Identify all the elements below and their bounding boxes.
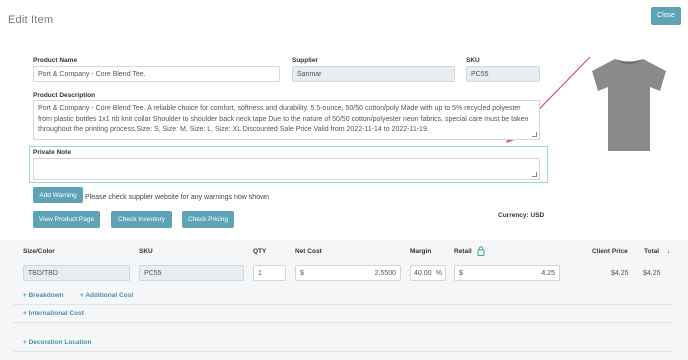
product-image: [592, 59, 666, 151]
client-price-value: $4.25: [611, 270, 629, 277]
retail-input[interactable]: $ 4.25: [454, 265, 560, 281]
margin-value: 40.00: [414, 269, 432, 277]
private-note-textarea[interactable]: [33, 158, 540, 180]
header-sku: SKU: [139, 248, 153, 255]
pricing-section: [0, 240, 688, 360]
view-product-page-button[interactable]: View Product Page: [33, 211, 100, 228]
header-qty: QTY: [253, 248, 267, 255]
additional-cost-link[interactable]: + Additional Cost: [80, 292, 133, 299]
total-value: $4.25: [643, 270, 661, 277]
warning-message: Please check supplier website for any wa…: [85, 194, 270, 201]
decoration-location-link[interactable]: + Decoration Location: [23, 339, 91, 346]
net-cost-value: 2.5500: [374, 269, 396, 277]
header-retail: Retail: [454, 248, 472, 255]
check-inventory-button[interactable]: Check Inventory: [111, 211, 172, 228]
divider: [13, 351, 673, 352]
qty-input[interactable]: 1: [253, 265, 286, 281]
supplier-label: Supplier: [292, 57, 319, 64]
divider: [13, 304, 673, 305]
qty-value: 1: [258, 269, 262, 277]
header-margin: Margin: [410, 248, 432, 255]
header-size-color: Size/Color: [23, 248, 55, 255]
net-cost-input[interactable]: $ 2.5500: [295, 265, 401, 281]
supplier-input: Sanmar: [292, 66, 455, 82]
sku-value: PC55: [471, 70, 489, 78]
check-pricing-button[interactable]: Check Pricing: [182, 211, 234, 228]
size-color-value: TBD/TBD: [28, 269, 58, 277]
header-net-cost: Net Cost: [295, 248, 322, 255]
currency-label: Currency: USD: [498, 212, 545, 219]
sku-input: PC55: [466, 66, 540, 82]
retail-value: 4.25: [541, 269, 555, 277]
breakdown-link[interactable]: + Breakdown: [23, 292, 64, 299]
sku-label: SKU: [466, 57, 480, 64]
header-client-price: Client Price: [592, 248, 628, 255]
header-total: Total: [644, 248, 660, 255]
product-description-textarea[interactable]: Port & Company - Core Blend Tee. A relia…: [33, 100, 540, 140]
sort-arrow-icon[interactable]: ↓: [667, 248, 670, 255]
page-title: Edit Item: [8, 14, 54, 26]
row-sku-field: PC55: [139, 265, 244, 281]
divider: [13, 322, 673, 323]
product-description-label: Product Description: [33, 92, 96, 99]
net-cost-prefix: $: [300, 269, 304, 277]
resize-handle-icon[interactable]: [532, 172, 537, 177]
product-name-label: Product Name: [33, 57, 78, 64]
product-name-input[interactable]: Port & Company - Core Blend Tee.: [33, 66, 280, 82]
margin-input[interactable]: 40.00 %: [410, 265, 446, 281]
close-button[interactable]: Close: [651, 7, 681, 25]
product-description-value: Port & Company - Core Blend Tee. A relia…: [38, 105, 529, 133]
add-warning-button[interactable]: Add Warning: [33, 187, 83, 203]
product-name-value: Port & Company - Core Blend Tee.: [38, 70, 146, 78]
margin-suffix: %: [435, 269, 442, 277]
resize-handle-icon[interactable]: [532, 132, 537, 137]
private-note-label: Private Note: [33, 149, 71, 156]
lock-icon[interactable]: [477, 246, 485, 256]
international-cost-link[interactable]: + International Cost: [23, 310, 84, 317]
row-sku-value: PC55: [144, 269, 162, 277]
supplier-value: Sanmar: [297, 70, 322, 78]
size-color-field: TBD/TBD: [23, 265, 130, 281]
retail-prefix: $: [459, 269, 463, 277]
